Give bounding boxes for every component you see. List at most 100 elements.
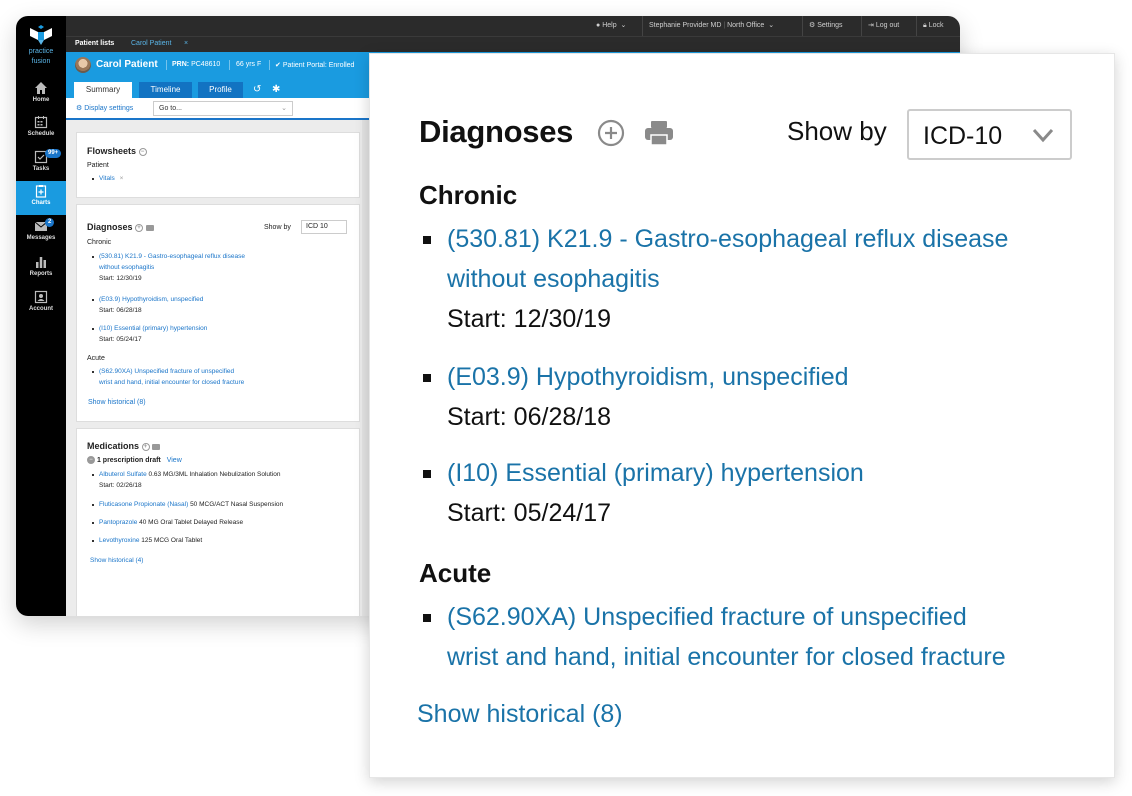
medication-link[interactable]: Albuterol Sulfate (99, 471, 147, 478)
add-diagnosis-icon[interactable] (597, 119, 625, 147)
settings-button[interactable]: ⚙ Settings (802, 16, 849, 36)
show-by-label: Show by (264, 224, 291, 231)
draft-label: 1 prescription draft (96, 456, 161, 464)
medications-title-text: Medications (87, 441, 140, 451)
settings-label: Settings (817, 22, 843, 29)
user-name: Stephanie Provider MD (649, 22, 722, 29)
collapse-icon[interactable]: − (138, 147, 147, 156)
top-bar: ● Help ⌄ Stephanie Provider MD | North O… (66, 16, 960, 36)
diagnosis-link-cont[interactable]: wrist and hand, initial encounter for cl… (447, 637, 1006, 677)
diagnosis-link[interactable]: (530.81) K21.9 - Gastro-esophageal reflu… (447, 219, 1008, 259)
medication-detail: 125 MCG Oral Tablet (141, 537, 203, 544)
office-name: North Office (727, 22, 765, 29)
practice-fusion-logo[interactable]: practice fusion (16, 24, 66, 66)
sidebar-item-label: Messages (26, 235, 56, 241)
diagnosis-link[interactable]: (S62.90XA) Unspecified fracture of unspe… (447, 597, 1006, 637)
diagnosis-link-cont[interactable]: without esophagitis (99, 262, 245, 273)
view-draft-link[interactable]: View (167, 457, 182, 464)
sidebar-item-messages[interactable]: Messages 2 (16, 216, 66, 248)
logo-text-2: fusion (31, 58, 51, 65)
show-by-select[interactable]: ICD-10 (907, 109, 1072, 160)
sidebar-item-tasks[interactable]: Tasks 99+ (16, 147, 66, 179)
flowsheets-title-text: Flowsheets (87, 146, 137, 156)
diagnoses-card: Diagnoses + Show by ICD 10 Chronic (530.… (76, 204, 360, 422)
sidebar-item-label: Reports (29, 271, 53, 277)
sidebar-item-charts[interactable]: Charts (16, 181, 66, 215)
sidebar-item-label: Charts (31, 200, 51, 206)
list-item: (530.81) K21.9 - Gastro-esophageal reflu… (92, 251, 245, 284)
diagnosis-link[interactable]: (I10) Essential (primary) hypertension (99, 323, 207, 334)
diagnosis-link[interactable]: (E03.9) Hypothyroidism, unspecified (447, 357, 849, 397)
user-menu[interactable]: Stephanie Provider MD | North Office ⌄ (642, 16, 780, 36)
diagnosis-link-cont[interactable]: without esophagitis (447, 259, 1008, 299)
tab-summary[interactable]: Summary (74, 82, 132, 98)
print-icon[interactable] (152, 443, 161, 450)
list-item: Pantoprazole 40 MG Oral Tablet Delayed R… (91, 517, 243, 528)
bullet (423, 374, 431, 382)
show-by-value: ICD-10 (923, 122, 1003, 150)
display-settings-label: Display settings (84, 105, 134, 112)
diagnosis-link-cont[interactable]: wrist and hand, initial encounter for cl… (99, 377, 244, 388)
sidebar-item-reports[interactable]: Reports (16, 252, 66, 284)
medications-title: Medications + (87, 441, 161, 451)
calendar-icon (34, 116, 48, 129)
medication-link[interactable]: Fluticasone Propionate (Nasal) (99, 501, 188, 508)
history-icon[interactable]: ↺ (253, 84, 261, 95)
list-item: Fluticasone Propionate (Nasal) 50 MCG/AC… (91, 499, 283, 510)
show-by-select[interactable]: ICD 10 (301, 220, 347, 234)
add-icon[interactable]: + (141, 442, 150, 451)
sidebar-item-account[interactable]: Account (16, 287, 66, 319)
patient-prn: PRN: PC48610 (172, 61, 220, 68)
show-historical-link[interactable]: Show historical (4) (90, 557, 143, 564)
print-icon[interactable] (644, 120, 674, 146)
chronic-label: Chronic (87, 239, 112, 246)
divider (229, 60, 230, 70)
remove-icon[interactable]: × (120, 175, 124, 182)
sidebar-item-home[interactable]: Home (16, 78, 66, 110)
start-date: Start: 02/26/18 (99, 482, 142, 489)
minus-circle-icon: − (87, 456, 95, 464)
bar-chart-icon (36, 257, 46, 268)
diagnosis-link[interactable]: (530.81) K21.9 - Gastro-esophageal reflu… (99, 251, 245, 262)
medication-link[interactable]: Pantoprazole (99, 519, 137, 526)
tab-profile[interactable]: Profile (198, 82, 243, 98)
close-tab-icon[interactable]: × (184, 40, 188, 47)
goto-select[interactable]: Go to... ⌄ (153, 101, 293, 116)
prn-label: PRN: (172, 61, 190, 68)
flowsheets-section: Patient (87, 162, 109, 169)
print-icon[interactable] (145, 224, 154, 231)
patient-age-sex: 66 yrs F (236, 61, 262, 68)
prn-value: PC48610 (191, 61, 221, 68)
chart-icon (35, 185, 47, 198)
help-menu[interactable]: ● Help ⌄ (590, 16, 632, 36)
lock-button[interactable]: 🔒︎ Lock (916, 16, 949, 36)
diagnoses-heading: Diagnoses (419, 114, 574, 149)
add-icon[interactable]: + (135, 223, 144, 232)
help-icon: ● (596, 22, 601, 29)
pin-icon[interactable]: ✱ (272, 84, 280, 95)
vitals-link[interactable]: Vitals (99, 175, 115, 182)
open-patient-tab[interactable]: Carol Patient (131, 40, 171, 47)
divider (269, 60, 270, 70)
start-date: Start: 06/28/18 (447, 403, 612, 431)
goto-placeholder: Go to... (159, 105, 182, 112)
sidebar-item-schedule[interactable]: Schedule (16, 112, 66, 144)
patient-lists-link[interactable]: Patient lists (75, 40, 114, 47)
logout-button[interactable]: ⇥ Log out (861, 16, 905, 36)
patient-tabs-bar: Patient lists Carol Patient × (66, 36, 960, 52)
flowsheets-card: Flowsheets − Patient Vitals × (76, 132, 360, 198)
tab-timeline[interactable]: Timeline (139, 82, 192, 98)
diagnosis-link[interactable]: (I10) Essential (primary) hypertension (447, 453, 864, 493)
bullet (423, 614, 431, 622)
medication-link[interactable]: Levothyroxine (99, 537, 139, 544)
diagnosis-link[interactable]: (E03.9) Hypothyroidism, unspecified (99, 294, 203, 305)
display-settings-link[interactable]: ⚙ Display settings (76, 104, 133, 112)
lock-icon: 🔒︎ (923, 22, 927, 29)
start-date: Start: 05/24/17 (447, 499, 612, 527)
medications-card: Medications + − 1 prescription draft Vie… (76, 428, 360, 616)
show-historical-link[interactable]: Show historical (8) (88, 399, 146, 406)
chronic-heading: Chronic (419, 180, 518, 210)
diagnosis-link[interactable]: (S62.90XA) Unspecified fracture of unspe… (99, 366, 244, 377)
gear-icon: ⚙ (809, 22, 816, 29)
show-historical-link[interactable]: Show historical (8) (417, 700, 623, 729)
